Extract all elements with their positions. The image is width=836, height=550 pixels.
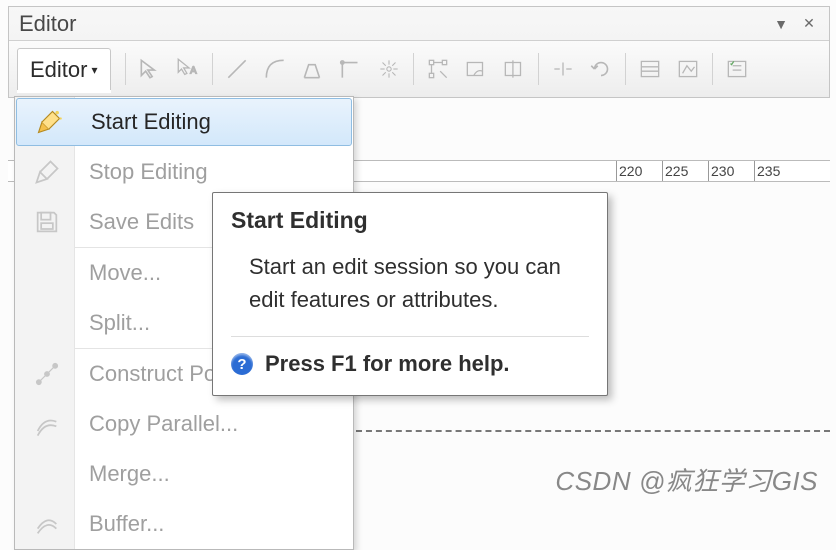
sketch-properties-icon[interactable] — [670, 51, 706, 87]
tooltip-help-text: Press F1 for more help. — [265, 351, 510, 377]
separator — [712, 53, 713, 85]
copy-parallel-icon — [31, 408, 63, 440]
close-icon[interactable]: ✕ — [797, 13, 821, 35]
tooltip-body: Start an edit session so you can edit fe… — [231, 250, 589, 316]
chevron-down-icon: ▾ — [91, 63, 97, 77]
separator — [125, 53, 126, 85]
ruler-tick: 230 — [708, 161, 754, 181]
tooltip-title: Start Editing — [231, 207, 589, 234]
reshape-feature-icon[interactable] — [458, 51, 494, 87]
arc-segment-icon[interactable] — [257, 51, 293, 87]
ruler-tick: 235 — [754, 161, 800, 181]
menu-item-copy-parallel: Copy Parallel... — [15, 399, 353, 449]
titlebar: Editor ▼ ✕ — [9, 7, 829, 41]
tooltip: Start Editing Start an edit session so y… — [212, 192, 608, 396]
menu-item-label: Buffer... — [89, 511, 164, 537]
editor-menu-button[interactable]: Editor ▾ — [17, 48, 111, 90]
save-icon — [31, 206, 63, 238]
watermark: CSDN @疯狂学习GIS — [555, 461, 818, 498]
split-tool-icon[interactable] — [545, 51, 581, 87]
separator — [625, 53, 626, 85]
pencil-stars-icon — [33, 106, 65, 138]
menu-item-label: Stop Editing — [89, 159, 208, 185]
point-tool-icon[interactable] — [371, 51, 407, 87]
tool-icons-group: A — [121, 51, 755, 87]
edit-vertices-icon[interactable] — [420, 51, 456, 87]
panel-title: Editor — [19, 11, 765, 37]
content-boundary-line — [356, 430, 830, 432]
edit-tool-arrow-icon[interactable] — [132, 51, 168, 87]
menu-item-start-editing[interactable]: Start Editing — [16, 98, 352, 146]
menu-item-label: Move... — [89, 260, 161, 286]
menu-item-label: Merge... — [89, 461, 170, 487]
menu-item-stop-editing: Stop Editing — [15, 147, 353, 197]
minimize-icon[interactable]: ▼ — [769, 13, 793, 35]
toolbar: Editor ▾ A — [9, 41, 829, 97]
menu-item-merge: Merge... — [15, 449, 353, 499]
tooltip-help-row: ? Press F1 for more help. — [231, 351, 589, 377]
cut-polygons-icon[interactable] — [496, 51, 532, 87]
separator — [413, 53, 414, 85]
rotate-tool-icon[interactable] — [583, 51, 619, 87]
trace-tool-icon[interactable] — [295, 51, 331, 87]
construct-points-icon — [31, 358, 63, 390]
attributes-icon[interactable] — [632, 51, 668, 87]
straight-segment-icon[interactable] — [219, 51, 255, 87]
menu-item-buffer: Buffer... — [15, 499, 353, 549]
menu-item-label: Start Editing — [91, 109, 211, 135]
create-features-icon[interactable] — [719, 51, 755, 87]
svg-text:A: A — [190, 65, 197, 76]
right-angle-tool-icon[interactable] — [333, 51, 369, 87]
separator — [538, 53, 539, 85]
buffer-icon — [31, 508, 63, 540]
help-icon: ? — [231, 353, 253, 375]
menu-item-label: Save Edits — [89, 209, 194, 235]
editor-toolbar-panel: Editor ▼ ✕ Editor ▾ A — [8, 6, 830, 98]
menu-item-label: Split... — [89, 310, 150, 336]
ruler-tick: 225 — [662, 161, 708, 181]
separator — [212, 53, 213, 85]
editor-menu-label: Editor — [30, 57, 87, 83]
edit-annotation-tool-icon[interactable]: A — [170, 51, 206, 87]
tooltip-divider — [231, 336, 589, 337]
pencil-disabled-icon — [31, 156, 63, 188]
ruler-tick: 220 — [616, 161, 662, 181]
menu-item-label: Copy Parallel... — [89, 411, 238, 437]
